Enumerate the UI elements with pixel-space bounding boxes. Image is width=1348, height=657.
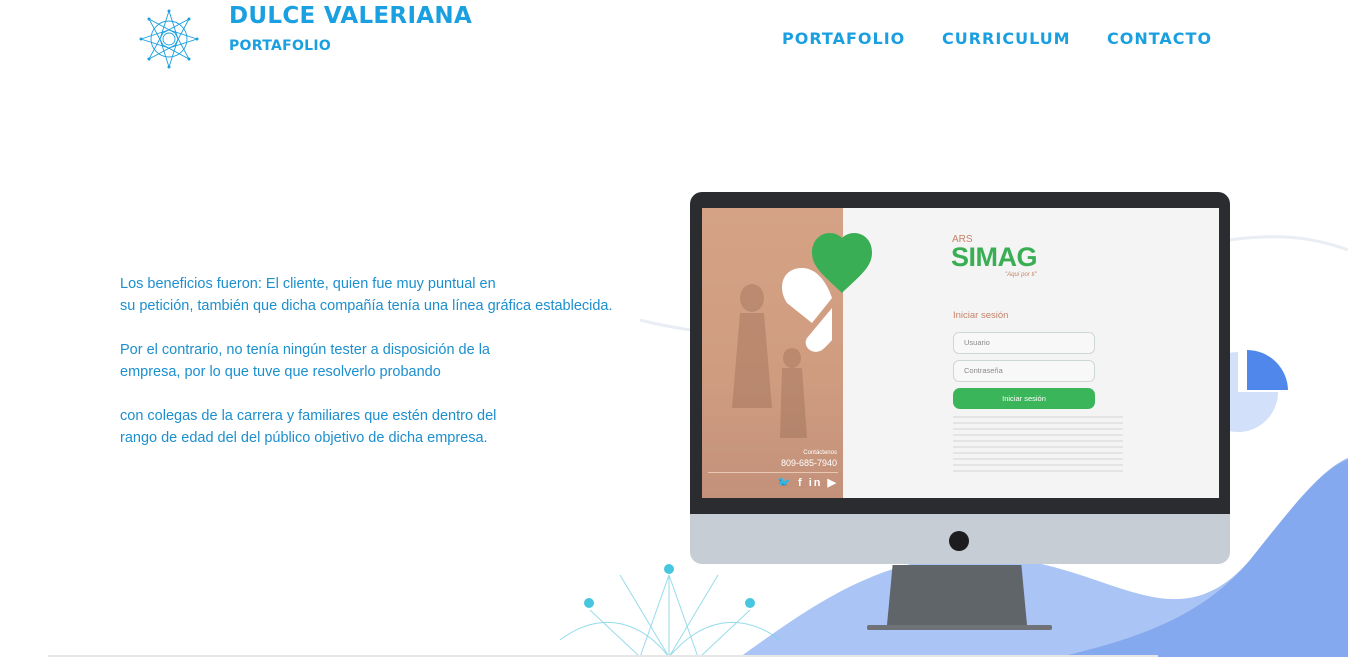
- social-icons: 🐦 f in ▶: [777, 477, 838, 489]
- pie-shape: [1247, 350, 1288, 390]
- site-subtitle: PORTAFOLIO: [229, 38, 332, 54]
- paragraph-line: empresa, por lo que tuve que resolverlo …: [120, 364, 441, 380]
- monitor-stand-base: [867, 625, 1052, 630]
- username-field[interactable]: Usuario: [953, 332, 1095, 354]
- password-placeholder: Contraseña: [964, 366, 1003, 375]
- site-title[interactable]: DULCE VALERIANA: [229, 3, 472, 29]
- ars-simag-logo: ARS SIMAG "Aquí por ti": [951, 230, 1052, 280]
- password-field[interactable]: Contraseña: [953, 360, 1095, 382]
- brand-name: SIMAG: [951, 242, 1038, 272]
- divider: [708, 472, 838, 473]
- bottom-mandala: [559, 564, 781, 657]
- site-header: DULCE VALERIANA PORTAFOLIO PORTAFOLIO CU…: [0, 0, 1348, 80]
- paragraph-line: con colegas de la carrera y familiares q…: [120, 408, 497, 424]
- nav-contacto[interactable]: CONTACTO: [1107, 29, 1212, 48]
- contact-label: Contáctenos: [803, 450, 837, 456]
- login-title: Iniciar sesión: [953, 310, 1009, 321]
- paragraph-line: su petición, también que dicha compañía …: [120, 298, 613, 314]
- project-description: Los beneficios fueron: El cliente, quien…: [120, 273, 630, 449]
- paragraph-line: Los beneficios fueron: El cliente, quien…: [120, 276, 496, 292]
- monitor-button: [949, 531, 969, 551]
- monitor-stand: [887, 565, 1027, 625]
- monitor-mockup: Contáctenos 809-685-7940 🐦 f in ▶ ARS SI…: [690, 192, 1230, 630]
- heart-logo-icon: [782, 233, 872, 352]
- nav-portafolio[interactable]: PORTAFOLIO: [782, 29, 905, 48]
- contact-phone: 809-685-7940: [780, 458, 837, 468]
- mockup-screen: Contáctenos 809-685-7940 🐦 f in ▶ ARS SI…: [702, 208, 1219, 498]
- fine-print: [953, 416, 1123, 476]
- username-placeholder: Usuario: [964, 338, 990, 347]
- paragraph-line: Por el contrario, no tenía ningún tester…: [120, 342, 490, 358]
- nav-curriculum[interactable]: CURRICULUM: [942, 29, 1071, 48]
- brand-slogan: "Aquí por ti": [1005, 272, 1037, 278]
- mandala-icon[interactable]: [138, 8, 200, 70]
- login-button[interactable]: Iniciar sesión: [953, 388, 1095, 409]
- paragraph-line: rango de edad del del público objetivo d…: [120, 430, 488, 446]
